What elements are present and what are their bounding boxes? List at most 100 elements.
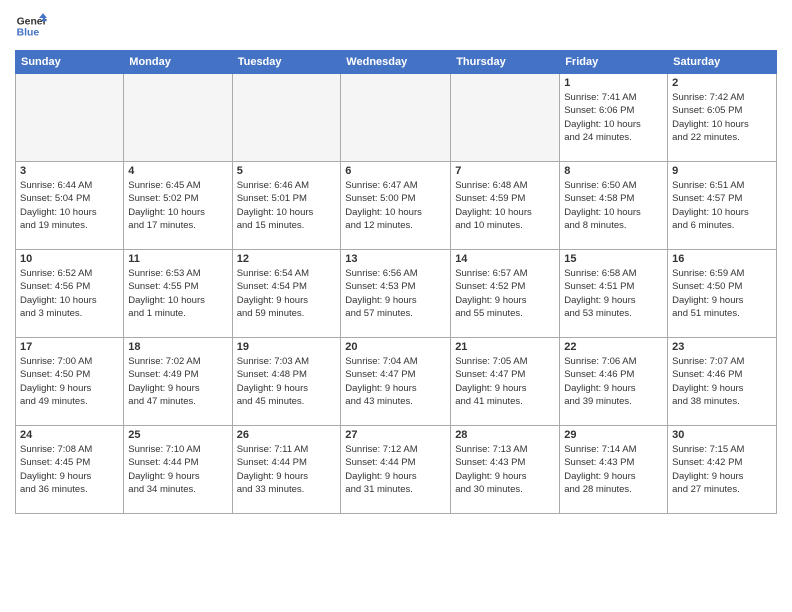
week-row-1: 3 Sunrise: 6:44 AM Sunset: 5:04 PM Daylig… — [16, 162, 777, 250]
day-number: 16 — [672, 253, 772, 265]
day-cell-2-3: 13 Sunrise: 6:56 AM Sunset: 4:53 PM Dayli… — [341, 250, 451, 338]
day-number: 4 — [128, 165, 227, 177]
day-info: Sunrise: 6:57 AM Sunset: 4:52 PM Dayligh… — [455, 267, 555, 320]
day-number: 27 — [345, 429, 446, 441]
day-cell-4-3: 27 Sunrise: 7:12 AM Sunset: 4:44 PM Dayli… — [341, 426, 451, 514]
day-info: Sunrise: 6:48 AM Sunset: 4:59 PM Dayligh… — [455, 179, 555, 232]
day-info: Sunrise: 6:58 AM Sunset: 4:51 PM Dayligh… — [564, 267, 663, 320]
day-cell-1-0: 3 Sunrise: 6:44 AM Sunset: 5:04 PM Daylig… — [16, 162, 124, 250]
weekday-header-row: SundayMondayTuesdayWednesdayThursdayFrid… — [16, 51, 777, 74]
day-number: 18 — [128, 341, 227, 353]
weekday-header-monday: Monday — [124, 51, 232, 74]
page-container: General Blue SundayMondayTuesdayWednesda… — [0, 0, 792, 519]
week-row-3: 17 Sunrise: 7:00 AM Sunset: 4:50 PM Dayli… — [16, 338, 777, 426]
day-cell-3-3: 20Sunrise: 7:04 AM Sunset: 4:47 PM Dayli… — [341, 338, 451, 426]
day-number: 29 — [564, 429, 663, 441]
weekday-header-friday: Friday — [560, 51, 668, 74]
day-number: 26 — [237, 429, 337, 441]
day-number: 20 — [345, 341, 446, 353]
day-cell-1-1: 4 Sunrise: 6:45 AM Sunset: 5:02 PM Daylig… — [124, 162, 232, 250]
day-info: Sunrise: 7:07 AM Sunset: 4:46 PM Dayligh… — [672, 355, 772, 408]
day-info: Sunrise: 6:56 AM Sunset: 4:53 PM Dayligh… — [345, 267, 446, 320]
logo: General Blue — [15, 10, 47, 42]
day-info: Sunrise: 6:53 AM Sunset: 4:55 PM Dayligh… — [128, 267, 227, 320]
day-info: Sunrise: 7:12 AM Sunset: 4:44 PM Dayligh… — [345, 443, 446, 496]
day-cell-0-3 — [341, 74, 451, 162]
day-info: Sunrise: 6:54 AM Sunset: 4:54 PM Dayligh… — [237, 267, 337, 320]
day-number: 25 — [128, 429, 227, 441]
day-info: Sunrise: 7:42 AM Sunset: 6:05 PM Dayligh… — [672, 91, 772, 144]
day-info: Sunrise: 7:15 AM Sunset: 4:42 PM Dayligh… — [672, 443, 772, 496]
day-number: 10 — [20, 253, 119, 265]
day-number: 7 — [455, 165, 555, 177]
day-cell-4-1: 25Sunrise: 7:10 AM Sunset: 4:44 PM Dayli… — [124, 426, 232, 514]
day-cell-0-2 — [232, 74, 341, 162]
day-cell-1-4: 7 Sunrise: 6:48 AM Sunset: 4:59 PM Daylig… — [451, 162, 560, 250]
day-info: Sunrise: 6:46 AM Sunset: 5:01 PM Dayligh… — [237, 179, 337, 232]
day-cell-0-0 — [16, 74, 124, 162]
day-cell-0-4 — [451, 74, 560, 162]
day-number: 17 — [20, 341, 119, 353]
day-cell-0-1 — [124, 74, 232, 162]
day-cell-2-4: 14 Sunrise: 6:57 AM Sunset: 4:52 PM Dayli… — [451, 250, 560, 338]
day-number: 13 — [345, 253, 446, 265]
week-row-2: 10Sunrise: 6:52 AM Sunset: 4:56 PM Dayli… — [16, 250, 777, 338]
day-number: 12 — [237, 253, 337, 265]
calendar-table: SundayMondayTuesdayWednesdayThursdayFrid… — [15, 50, 777, 514]
day-info: Sunrise: 6:45 AM Sunset: 5:02 PM Dayligh… — [128, 179, 227, 232]
day-number: 9 — [672, 165, 772, 177]
day-info: Sunrise: 7:00 AM Sunset: 4:50 PM Dayligh… — [20, 355, 119, 408]
svg-text:Blue: Blue — [17, 28, 40, 39]
week-row-0: 1 Sunrise: 7:41 AM Sunset: 6:06 PM Daylig… — [16, 74, 777, 162]
day-cell-3-2: 19 Sunrise: 7:03 AM Sunset: 4:48 PM Dayli… — [232, 338, 341, 426]
day-number: 5 — [237, 165, 337, 177]
day-info: Sunrise: 6:44 AM Sunset: 5:04 PM Dayligh… — [20, 179, 119, 232]
day-cell-4-2: 26Sunrise: 7:11 AM Sunset: 4:44 PM Dayli… — [232, 426, 341, 514]
day-number: 19 — [237, 341, 337, 353]
day-info: Sunrise: 6:51 AM Sunset: 4:57 PM Dayligh… — [672, 179, 772, 232]
day-info: Sunrise: 7:14 AM Sunset: 4:43 PM Dayligh… — [564, 443, 663, 496]
day-number: 14 — [455, 253, 555, 265]
day-number: 22 — [564, 341, 663, 353]
day-info: Sunrise: 6:47 AM Sunset: 5:00 PM Dayligh… — [345, 179, 446, 232]
day-cell-0-5: 1 Sunrise: 7:41 AM Sunset: 6:06 PM Daylig… — [560, 74, 668, 162]
weekday-header-sunday: Sunday — [16, 51, 124, 74]
header: General Blue — [15, 10, 777, 42]
day-cell-1-2: 5 Sunrise: 6:46 AM Sunset: 5:01 PM Daylig… — [232, 162, 341, 250]
day-cell-3-0: 17 Sunrise: 7:00 AM Sunset: 4:50 PM Dayli… — [16, 338, 124, 426]
day-number: 11 — [128, 253, 227, 265]
day-cell-2-1: 11 Sunrise: 6:53 AM Sunset: 4:55 PM Dayli… — [124, 250, 232, 338]
day-number: 15 — [564, 253, 663, 265]
day-cell-2-5: 15 Sunrise: 6:58 AM Sunset: 4:51 PM Dayli… — [560, 250, 668, 338]
day-cell-2-2: 12 Sunrise: 6:54 AM Sunset: 4:54 PM Dayli… — [232, 250, 341, 338]
day-info: Sunrise: 7:41 AM Sunset: 6:06 PM Dayligh… — [564, 91, 663, 144]
day-info: Sunrise: 6:59 AM Sunset: 4:50 PM Dayligh… — [672, 267, 772, 320]
day-cell-4-5: 29 Sunrise: 7:14 AM Sunset: 4:43 PM Dayli… — [560, 426, 668, 514]
day-number: 8 — [564, 165, 663, 177]
day-number: 28 — [455, 429, 555, 441]
day-cell-2-0: 10Sunrise: 6:52 AM Sunset: 4:56 PM Dayli… — [16, 250, 124, 338]
day-cell-3-6: 23 Sunrise: 7:07 AM Sunset: 4:46 PM Dayli… — [668, 338, 777, 426]
day-cell-1-6: 9 Sunrise: 6:51 AM Sunset: 4:57 PM Daylig… — [668, 162, 777, 250]
day-number: 1 — [564, 77, 663, 89]
day-number: 2 — [672, 77, 772, 89]
logo-icon: General Blue — [15, 10, 47, 42]
day-cell-3-4: 21Sunrise: 7:05 AM Sunset: 4:47 PM Dayli… — [451, 338, 560, 426]
day-cell-1-5: 8 Sunrise: 6:50 AM Sunset: 4:58 PM Daylig… — [560, 162, 668, 250]
svg-text:General: General — [17, 16, 47, 27]
weekday-header-thursday: Thursday — [451, 51, 560, 74]
day-number: 3 — [20, 165, 119, 177]
day-number: 21 — [455, 341, 555, 353]
day-cell-3-1: 18Sunrise: 7:02 AM Sunset: 4:49 PM Dayli… — [124, 338, 232, 426]
weekday-header-saturday: Saturday — [668, 51, 777, 74]
weekday-header-wednesday: Wednesday — [341, 51, 451, 74]
day-cell-2-6: 16 Sunrise: 6:59 AM Sunset: 4:50 PM Dayli… — [668, 250, 777, 338]
day-info: Sunrise: 7:08 AM Sunset: 4:45 PM Dayligh… — [20, 443, 119, 496]
day-info: Sunrise: 7:03 AM Sunset: 4:48 PM Dayligh… — [237, 355, 337, 408]
day-number: 23 — [672, 341, 772, 353]
day-cell-0-6: 2 Sunrise: 7:42 AM Sunset: 6:05 PM Daylig… — [668, 74, 777, 162]
day-cell-4-4: 28Sunrise: 7:13 AM Sunset: 4:43 PM Dayli… — [451, 426, 560, 514]
day-info: Sunrise: 6:50 AM Sunset: 4:58 PM Dayligh… — [564, 179, 663, 232]
day-cell-1-3: 6Sunrise: 6:47 AM Sunset: 5:00 PM Daylig… — [341, 162, 451, 250]
day-info: Sunrise: 7:06 AM Sunset: 4:46 PM Dayligh… — [564, 355, 663, 408]
